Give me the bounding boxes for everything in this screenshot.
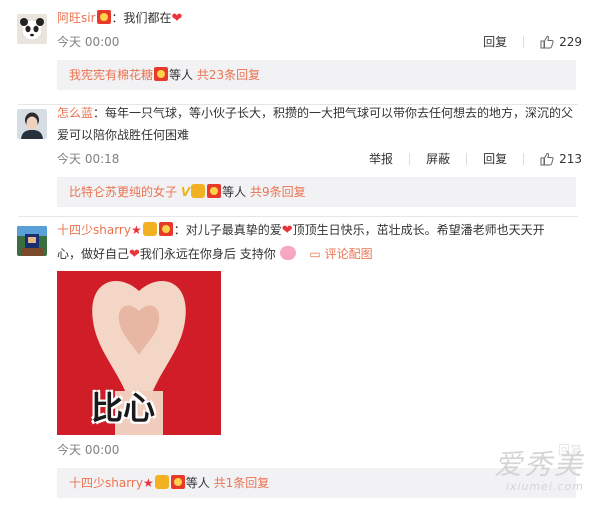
comment-text-line2: 心，做好自己❤我们永远在你身后 支持你 ▭ 评论配图 bbox=[57, 243, 582, 266]
comment-text: 十四少sharry★ ：对儿子最真挚的爱❤顶顶生日快乐，茁壮成长。希望潘老师也天天… bbox=[57, 219, 582, 242]
avatar[interactable] bbox=[17, 226, 47, 256]
block-button[interactable]: 屏蔽 bbox=[410, 150, 450, 168]
username[interactable]: 怎么蓝 bbox=[57, 106, 93, 120]
site-watermark: 爱秀美 ixiumei.com bbox=[494, 443, 584, 493]
timestamp: 今天 00:18 bbox=[57, 152, 120, 166]
like-button[interactable]: 229 bbox=[524, 33, 582, 51]
comment-meta: 今天 00:18 举报 屏蔽 回复 213 bbox=[57, 150, 582, 168]
verified-v-icon: V bbox=[180, 185, 191, 199]
comment-actions: 回复 229 bbox=[467, 33, 582, 51]
image-icon: ▭ bbox=[309, 247, 321, 261]
vip-badge-icon bbox=[142, 222, 157, 236]
username[interactable]: 十四少sharry bbox=[57, 223, 131, 237]
comment-body: ：我们都在 bbox=[111, 11, 172, 25]
comment-body-line2b: 我们永远在你身后 支持你 bbox=[139, 247, 276, 261]
username[interactable]: 阿旺sir bbox=[57, 11, 96, 25]
timestamp: 今天 00:00 bbox=[57, 35, 120, 49]
comment-body-line2: 爱可以陪你战胜任何困难 bbox=[57, 128, 190, 142]
comment-image-link-label: 评论配图 bbox=[324, 247, 373, 261]
person-avatar-icon bbox=[17, 109, 47, 139]
timestamp: 今天 00:00 bbox=[57, 443, 120, 457]
reply-count-link[interactable]: 共23条回复 bbox=[197, 68, 260, 82]
vip-badge-icon bbox=[191, 184, 206, 198]
reply-thread-summary[interactable]: 我宪宪有棉花糖 等人 共23条回复 bbox=[57, 60, 576, 90]
member-badge-icon bbox=[207, 184, 222, 198]
comment-actions: 举报 屏蔽 回复 213 bbox=[353, 150, 582, 168]
reply-user[interactable]: 十四少sharry bbox=[69, 476, 143, 490]
comment-text: 怎么蓝：每年一只气球，等小伙子长大，积攒的一大把气球可以带你去任何想去的地方，深… bbox=[57, 102, 582, 124]
reply-others: 等人 bbox=[185, 476, 210, 490]
watermark-cn: 爱秀美 bbox=[493, 448, 584, 481]
divider bbox=[18, 216, 578, 217]
reply-others: 等人 bbox=[169, 68, 194, 82]
reply-button[interactable]: 回复 bbox=[467, 150, 507, 168]
comment-body-line2a: 心，做好自己 bbox=[57, 247, 130, 261]
comment-image[interactable]: 比心 bbox=[57, 271, 221, 435]
reply-user[interactable]: 我宪宪有棉花糖 bbox=[69, 68, 153, 82]
member-badge-icon bbox=[170, 475, 185, 489]
pig-emoji-icon bbox=[279, 246, 296, 260]
like-button[interactable]: 213 bbox=[524, 150, 582, 168]
avatar[interactable] bbox=[17, 109, 47, 139]
comment-image-link[interactable]: ▭ 评论配图 bbox=[309, 247, 372, 261]
comment-text: 阿旺sir ：我们都在❤ bbox=[57, 7, 582, 30]
comment-body-line1a: ：对儿子最真挚的爱 bbox=[173, 223, 282, 237]
reply-user[interactable]: 比特仑苏更纯的女子 bbox=[69, 185, 177, 199]
reply-thread-summary[interactable]: 比特仑苏更纯的女子 V 等人 共9条回复 bbox=[57, 177, 576, 207]
star-icon: ★ bbox=[142, 476, 154, 490]
reply-others: 等人 bbox=[222, 185, 247, 199]
reply-button[interactable]: 回复 bbox=[467, 33, 507, 51]
heart-icon: ❤ bbox=[281, 223, 293, 238]
reply-count-link[interactable]: 共1条回复 bbox=[214, 476, 270, 490]
like-count: 213 bbox=[559, 152, 582, 166]
member-badge-icon bbox=[158, 222, 173, 236]
heart-icon: ❤ bbox=[129, 247, 140, 262]
like-count: 229 bbox=[559, 35, 582, 49]
member-badge-icon bbox=[154, 67, 169, 81]
comment-meta: 今天 00:00 回复 229 bbox=[57, 33, 582, 51]
vip-badge-icon bbox=[154, 475, 169, 489]
star-icon: ★ bbox=[130, 223, 142, 237]
report-button[interactable]: 举报 bbox=[353, 150, 393, 168]
watermark-en: ixiumei.com bbox=[505, 480, 584, 493]
comment-text-line2: 爱可以陪你战胜任何困难 bbox=[57, 124, 582, 146]
panda-avatar-icon bbox=[17, 14, 47, 44]
heart-icon: ❤ bbox=[171, 11, 183, 26]
member-badge-icon bbox=[96, 10, 111, 24]
comment-body-line1b: 顶顶生日快乐，茁壮成长。希望潘老师也天天开 bbox=[292, 223, 545, 237]
thumbs-up-icon bbox=[540, 35, 554, 49]
avatar[interactable] bbox=[17, 14, 47, 44]
thumbs-up-icon bbox=[540, 152, 554, 166]
game-avatar-icon bbox=[17, 226, 47, 256]
comment-body-line1: ：每年一只气球，等小伙子长大，积攒的一大把气球可以带你去任何想去的地方，深沉的父 bbox=[93, 106, 574, 120]
image-caption: 比心 bbox=[91, 389, 156, 427]
reply-count-link[interactable]: 共9条回复 bbox=[250, 185, 306, 199]
